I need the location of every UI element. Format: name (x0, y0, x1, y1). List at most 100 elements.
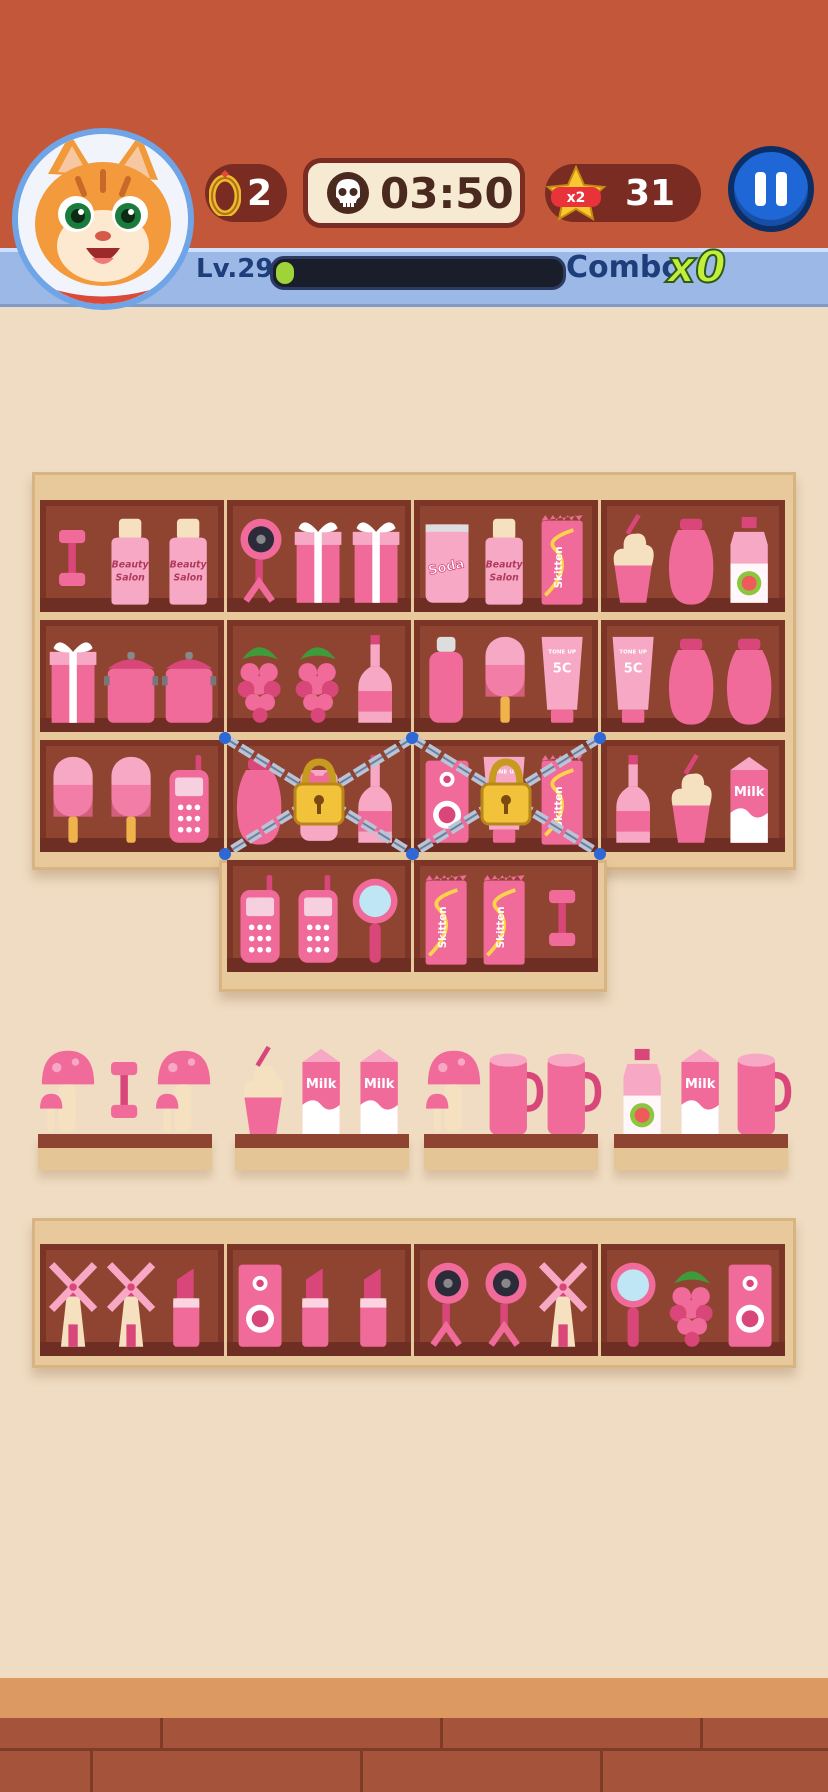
soda-can-item[interactable]: Soda (420, 504, 476, 608)
svg-text:TONE UP: TONE UP (548, 650, 576, 656)
tone-up-tube-item[interactable]: TONE UP 5C (536, 624, 592, 728)
floor (0, 1718, 828, 1792)
shelf-cell-r2-c3[interactable]: TONE UP 5C (414, 620, 598, 732)
guava-juice-item[interactable] (723, 504, 779, 608)
mushroom-item[interactable] (426, 1036, 482, 1140)
pause-button[interactable] (728, 146, 814, 232)
shelf-cell-r1-c1[interactable]: Beauty Salon Beauty Salon (40, 500, 224, 612)
wine-bottle-item[interactable] (607, 744, 663, 848)
skitten-candy-item[interactable]: Skitten (478, 864, 534, 968)
dumbbell-item[interactable] (98, 1036, 154, 1140)
gift-box-item[interactable] (349, 504, 405, 608)
desk-fan-item[interactable] (420, 1248, 476, 1352)
water-bottle-item[interactable] (420, 624, 476, 728)
open-shelf-1[interactable] (38, 1036, 214, 1170)
lipstick-item[interactable] (349, 1248, 405, 1352)
open-shelf-2[interactable]: Milk Milk (235, 1036, 411, 1170)
vase-item[interactable] (723, 624, 779, 728)
hand-mirror-item[interactable] (349, 864, 405, 968)
cooking-pot-item[interactable] (104, 624, 160, 728)
level-label: Lv.29 (196, 254, 274, 284)
windmill-item[interactable] (536, 1248, 592, 1352)
chain-icon (406, 732, 606, 860)
popsicle-item[interactable] (104, 744, 160, 848)
popsicle-item[interactable] (46, 744, 102, 848)
vase-item[interactable] (665, 504, 721, 608)
shelf-cell-r4-c2[interactable] (227, 860, 411, 972)
lipstick-item[interactable] (291, 1248, 347, 1352)
mug-item[interactable] (542, 1036, 602, 1140)
grapes-item[interactable] (665, 1248, 721, 1352)
shelf-cell-r1-c3[interactable]: Soda Beauty Salon Skitten (414, 500, 598, 612)
svg-text:Milk: Milk (364, 1077, 395, 1092)
open-shelf-4[interactable]: Milk (614, 1036, 792, 1170)
hand-mirror-item[interactable] (607, 1248, 663, 1352)
skull-icon (327, 172, 369, 214)
shelf-cell-r4-c3[interactable]: Skitten Skitten (414, 860, 598, 972)
wine-bottle-item[interactable] (349, 624, 405, 728)
shelf-cell-r3-c1[interactable] (40, 740, 224, 852)
shelf-cell-r3-c4[interactable]: Milk (601, 740, 785, 852)
milk-carton-item[interactable]: Milk (295, 1036, 351, 1140)
svg-text:Salon: Salon (174, 572, 204, 583)
top-bar: 2 03:50 x2 31 Lv.29 Combo x0 (0, 0, 828, 310)
gold-ring-icon (209, 170, 241, 216)
shelf-cell-r1-c4[interactable] (601, 500, 785, 612)
open-shelf-3[interactable] (424, 1036, 602, 1170)
mug-item[interactable] (484, 1036, 544, 1140)
bottom-shelf-cell-1[interactable] (40, 1244, 224, 1356)
cupcake-item[interactable] (237, 1036, 293, 1140)
mushroom-item[interactable] (156, 1036, 212, 1140)
grapes-item[interactable] (291, 624, 347, 728)
chain-icon (219, 732, 419, 860)
cell-phone-item[interactable] (291, 864, 347, 968)
milk-carton-item[interactable]: Milk (674, 1036, 730, 1140)
vase-item[interactable] (665, 624, 721, 728)
gift-box-item[interactable] (46, 624, 102, 728)
shelf-cell-r2-c2[interactable] (227, 620, 411, 732)
svg-text:Milk: Milk (685, 1077, 716, 1092)
skitten-candy-item[interactable]: Skitten (536, 504, 592, 608)
speaker-item[interactable] (723, 1248, 779, 1352)
milk-carton-item[interactable]: Milk (723, 744, 779, 848)
windmill-item[interactable] (46, 1248, 102, 1352)
shelf-cell-r2-c4[interactable]: TONE UP 5C (601, 620, 785, 732)
star-count: 31 (625, 172, 676, 214)
shelf-cell-r2-c1[interactable] (40, 620, 224, 732)
dumbbell-item[interactable] (46, 504, 102, 608)
lipstick-item[interactable] (162, 1248, 218, 1352)
svg-text:Milk: Milk (306, 1077, 337, 1092)
cooking-pot-item[interactable] (162, 624, 218, 728)
speaker-item[interactable] (233, 1248, 289, 1352)
gift-box-item[interactable] (291, 504, 347, 608)
open-shelf-plank (235, 1134, 409, 1170)
desk-fan-item[interactable] (233, 504, 289, 608)
shelf-cell-r1-c2[interactable] (227, 500, 411, 612)
svg-text:Skitten: Skitten (437, 906, 449, 948)
beauty-salon-bottle-item[interactable]: Beauty Salon (478, 504, 534, 608)
beauty-salon-bottle-item[interactable]: Beauty Salon (104, 504, 160, 608)
mushroom-item[interactable] (40, 1036, 96, 1140)
bottom-shelf-cell-4[interactable] (601, 1244, 785, 1356)
guava-juice-item[interactable] (616, 1036, 672, 1140)
beauty-salon-bottle-item[interactable]: Beauty Salon (162, 504, 218, 608)
cell-phone-item[interactable] (162, 744, 218, 848)
popsicle-item[interactable] (478, 624, 534, 728)
tone-up-tube-item[interactable]: TONE UP 5C (607, 624, 663, 728)
cell-phone-item[interactable] (233, 864, 289, 968)
skitten-candy-item[interactable]: Skitten (420, 864, 476, 968)
cupcake-item[interactable] (665, 744, 721, 848)
bottom-shelf-cell-3[interactable] (414, 1244, 598, 1356)
ring-counter: 2 (205, 164, 287, 222)
cat-face-icon (18, 134, 188, 304)
desk-fan-item[interactable] (478, 1248, 534, 1352)
star-multiplier-text: x2 (567, 190, 586, 206)
milk-carton-item[interactable]: Milk (353, 1036, 409, 1140)
open-shelf-plank (38, 1134, 212, 1170)
bottom-shelf-cell-2[interactable] (227, 1244, 411, 1356)
dumbbell-item[interactable] (536, 864, 592, 968)
mug-item[interactable] (732, 1036, 792, 1140)
cupcake-item[interactable] (607, 504, 663, 608)
windmill-item[interactable] (104, 1248, 160, 1352)
grapes-item[interactable] (233, 624, 289, 728)
